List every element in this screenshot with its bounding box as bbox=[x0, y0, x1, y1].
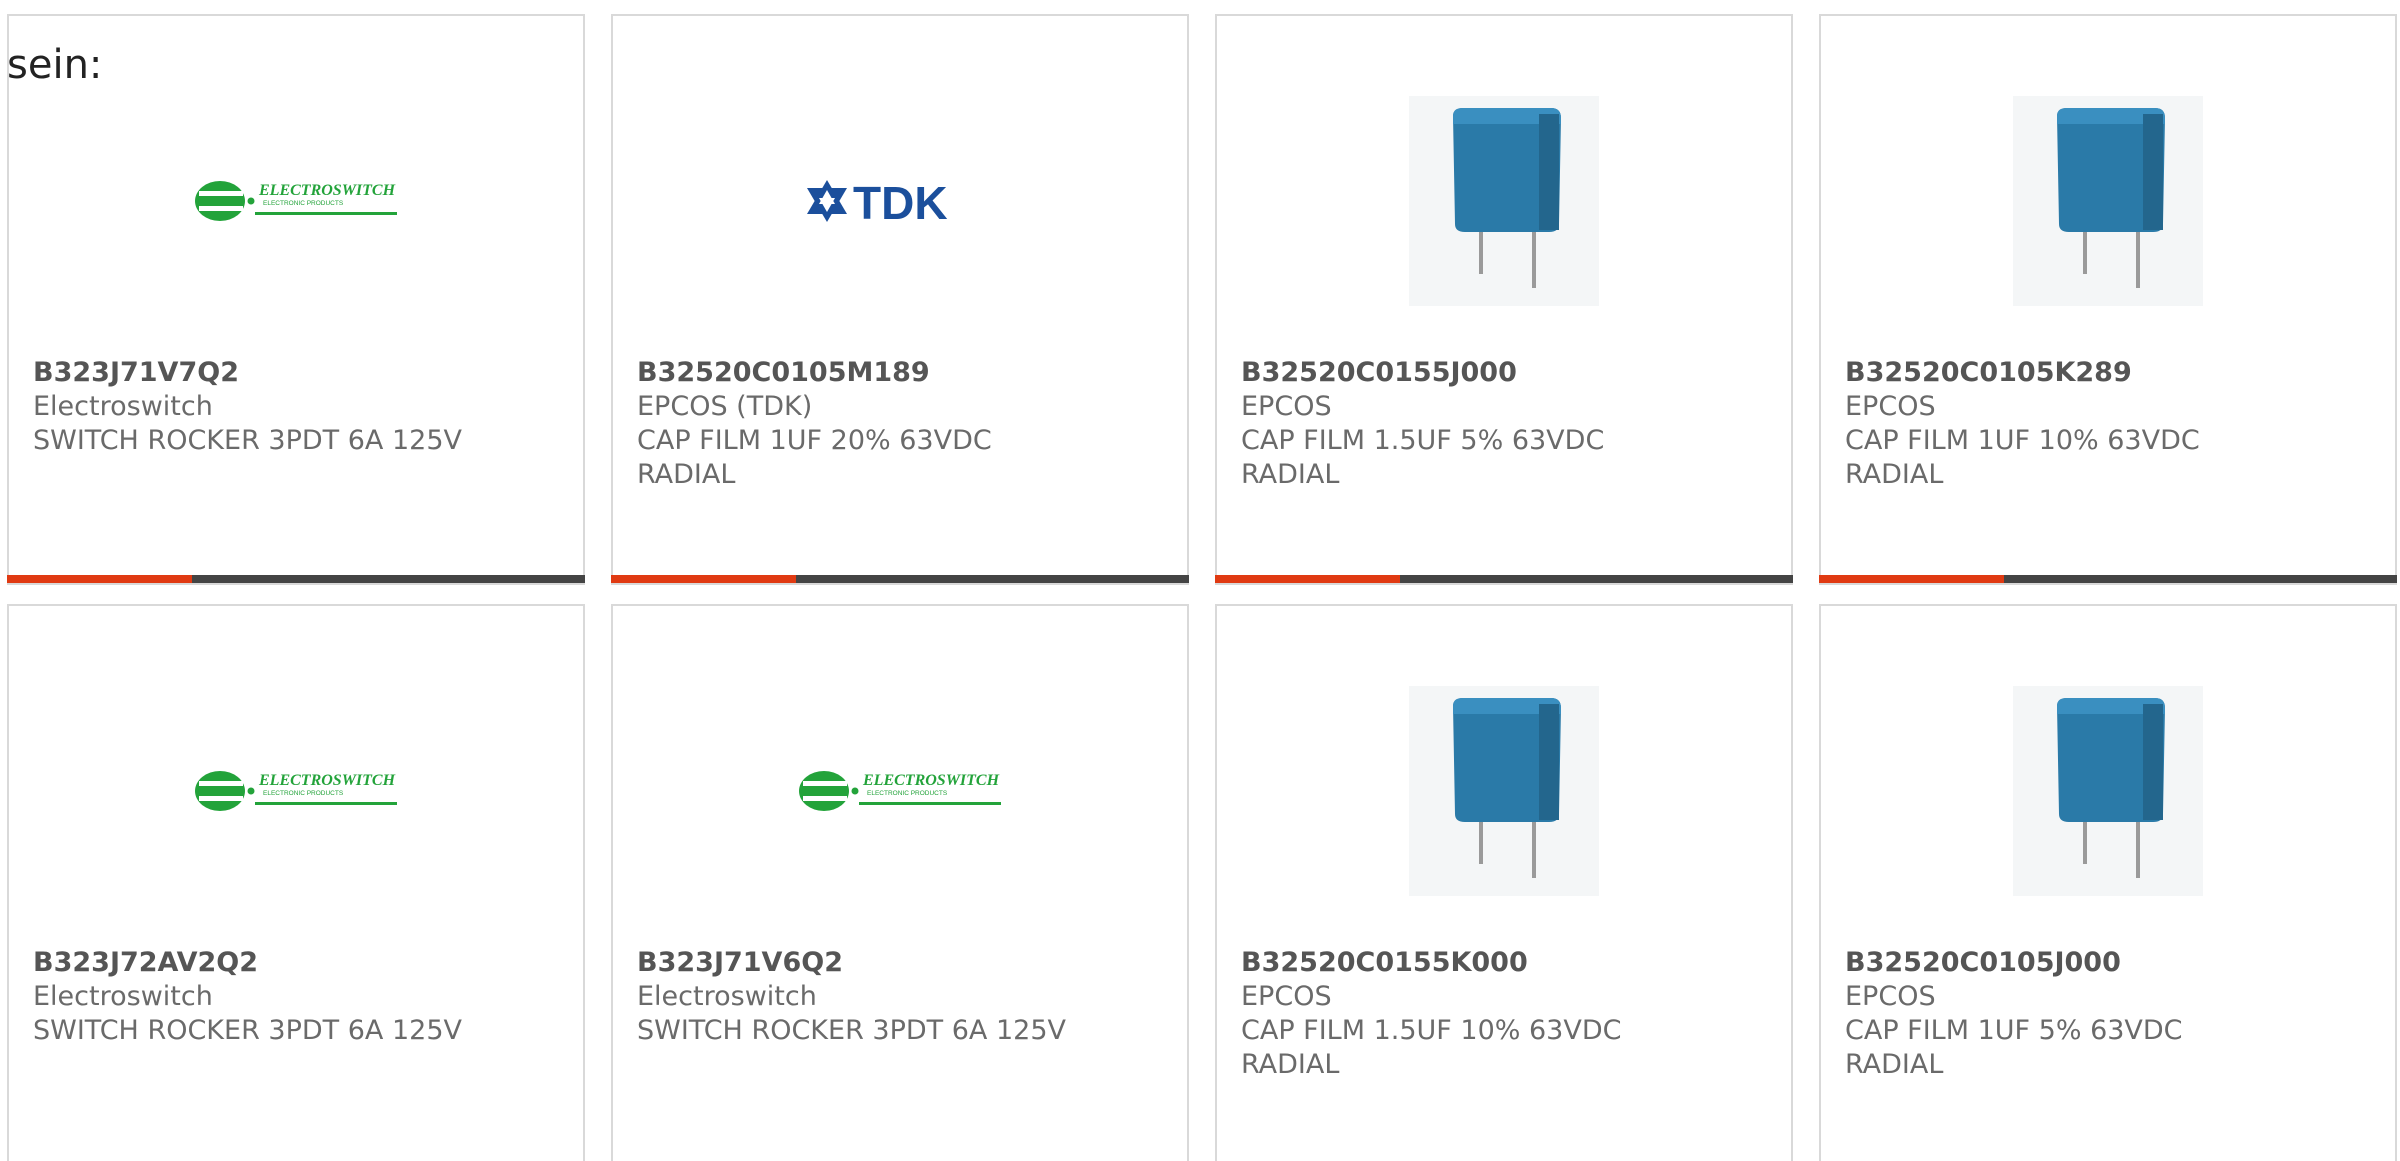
manufacturer: EPCOS (TDK) bbox=[637, 391, 813, 422]
progress-bar bbox=[1819, 575, 2397, 583]
svg-text:ELECTROSWITCH: ELECTROSWITCH bbox=[258, 182, 396, 199]
progress-bar bbox=[7, 575, 585, 583]
part-number[interactable]: B32520C0105J000 bbox=[1845, 946, 2375, 980]
part-number[interactable]: B32520C0155K000 bbox=[1241, 946, 1771, 980]
manufacturer: EPCOS bbox=[1845, 391, 1936, 422]
product-card[interactable]: ELECTROSWITCH ELECTRONIC PRODUCTS B323J7… bbox=[7, 604, 585, 1161]
description-line-2: RADIAL bbox=[1241, 459, 1340, 490]
product-card[interactable]: ELECTROSWITCH ELECTRONIC PRODUCTS B323J7… bbox=[7, 14, 585, 585]
progress-fill bbox=[7, 575, 192, 583]
electroswitch-logo: ELECTROSWITCH ELECTRONIC PRODUCTS bbox=[195, 181, 397, 221]
product-card[interactable]: B32520C0105K289 EPCOS CAP FILM 1UF 10% 6… bbox=[1819, 14, 2397, 585]
product-image: ELECTROSWITCH ELECTRONIC PRODUCTS bbox=[9, 86, 583, 316]
progress-bar bbox=[1215, 575, 1793, 583]
description: CAP FILM 1UF 20% 63VDC bbox=[637, 425, 992, 456]
description: SWITCH ROCKER 3PDT 6A 125V bbox=[33, 1015, 462, 1046]
part-number[interactable]: B323J72AV2Q2 bbox=[33, 946, 563, 980]
product-info: B32520C0105J000 EPCOS CAP FILM 1UF 5% 63… bbox=[1845, 946, 2375, 1082]
description-line-2: RADIAL bbox=[1845, 459, 1944, 490]
description: SWITCH ROCKER 3PDT 6A 125V bbox=[637, 1015, 1066, 1046]
progress-fill bbox=[1215, 575, 1400, 583]
progress-fill bbox=[1819, 575, 2004, 583]
description: CAP FILM 1UF 10% 63VDC bbox=[1845, 425, 2200, 456]
manufacturer: EPCOS bbox=[1241, 981, 1332, 1012]
electroswitch-logo: ELECTROSWITCH ELECTRONIC PRODUCTS bbox=[195, 771, 397, 811]
part-number[interactable]: B32520C0105M189 bbox=[637, 356, 1167, 390]
product-card[interactable]: ELECTROSWITCH ELECTRONIC PRODUCTS B323J7… bbox=[611, 604, 1189, 1161]
film-capacitor-image bbox=[1409, 686, 1599, 896]
description-line-2: RADIAL bbox=[1845, 1049, 1944, 1080]
description-line-2: RADIAL bbox=[637, 459, 736, 490]
electroswitch-logo: ELECTROSWITCH ELECTRONIC PRODUCTS bbox=[799, 771, 1001, 811]
description-line-2: RADIAL bbox=[1241, 1049, 1340, 1080]
product-info: B323J72AV2Q2 Electroswitch SWITCH ROCKER… bbox=[33, 946, 563, 1048]
product-info: B32520C0155J000 EPCOS CAP FILM 1.5UF 5% … bbox=[1241, 356, 1771, 492]
manufacturer: Electroswitch bbox=[33, 391, 213, 422]
part-number[interactable]: B32520C0105K289 bbox=[1845, 356, 2375, 390]
product-image: ELECTROSWITCH ELECTRONIC PRODUCTS bbox=[613, 676, 1187, 906]
manufacturer: EPCOS bbox=[1241, 391, 1332, 422]
svg-text:ELECTRONIC PRODUCTS: ELECTRONIC PRODUCTS bbox=[263, 200, 344, 207]
product-card[interactable]: B32520C0105J000 EPCOS CAP FILM 1UF 5% 63… bbox=[1819, 604, 2397, 1161]
product-info: B323J71V7Q2 Electroswitch SWITCH ROCKER … bbox=[33, 356, 563, 458]
manufacturer: Electroswitch bbox=[33, 981, 213, 1012]
progress-bar bbox=[611, 575, 1189, 583]
film-capacitor-image bbox=[2013, 686, 2203, 896]
part-number[interactable]: B32520C0155J000 bbox=[1241, 356, 1771, 390]
manufacturer: Electroswitch bbox=[637, 981, 817, 1012]
part-number[interactable]: B323J71V7Q2 bbox=[33, 356, 563, 390]
svg-text:TDK: TDK bbox=[853, 177, 948, 228]
product-image bbox=[1217, 86, 1791, 316]
description: CAP FILM 1.5UF 10% 63VDC bbox=[1241, 1015, 1622, 1046]
intro-text: sein: bbox=[7, 42, 103, 88]
film-capacitor-image bbox=[2013, 96, 2203, 306]
product-info: B32520C0155K000 EPCOS CAP FILM 1.5UF 10%… bbox=[1241, 946, 1771, 1082]
description: CAP FILM 1.5UF 5% 63VDC bbox=[1241, 425, 1605, 456]
product-card[interactable]: TDK B32520C0105M189 EPCOS (TDK) CAP FILM… bbox=[611, 14, 1189, 585]
svg-text:ELECTROSWITCH: ELECTROSWITCH bbox=[862, 772, 1000, 789]
product-info: B32520C0105M189 EPCOS (TDK) CAP FILM 1UF… bbox=[637, 356, 1167, 492]
part-number[interactable]: B323J71V6Q2 bbox=[637, 946, 1167, 980]
product-info: B32520C0105K289 EPCOS CAP FILM 1UF 10% 6… bbox=[1845, 356, 2375, 492]
product-image: ELECTROSWITCH ELECTRONIC PRODUCTS bbox=[9, 676, 583, 906]
description: CAP FILM 1UF 5% 63VDC bbox=[1845, 1015, 2183, 1046]
svg-text:ELECTRONIC PRODUCTS: ELECTRONIC PRODUCTS bbox=[867, 790, 948, 797]
film-capacitor-image bbox=[1409, 96, 1599, 306]
product-info: B323J71V6Q2 Electroswitch SWITCH ROCKER … bbox=[637, 946, 1167, 1048]
svg-text:ELECTRONIC PRODUCTS: ELECTRONIC PRODUCTS bbox=[263, 790, 344, 797]
tdk-logo: TDK bbox=[807, 177, 948, 228]
product-card[interactable]: B32520C0155J000 EPCOS CAP FILM 1.5UF 5% … bbox=[1215, 14, 1793, 585]
product-image bbox=[1217, 676, 1791, 906]
progress-fill bbox=[611, 575, 796, 583]
description: SWITCH ROCKER 3PDT 6A 125V bbox=[33, 425, 462, 456]
product-image bbox=[1821, 676, 2395, 906]
product-image bbox=[1821, 86, 2395, 316]
product-grid-page: sein: ELECTROSWITCH ELECTRONIC PRODUCTS … bbox=[0, 0, 2400, 1161]
product-image: TDK bbox=[613, 86, 1187, 316]
product-card[interactable]: B32520C0155K000 EPCOS CAP FILM 1.5UF 10%… bbox=[1215, 604, 1793, 1161]
manufacturer: EPCOS bbox=[1845, 981, 1936, 1012]
svg-text:ELECTROSWITCH: ELECTROSWITCH bbox=[258, 772, 396, 789]
